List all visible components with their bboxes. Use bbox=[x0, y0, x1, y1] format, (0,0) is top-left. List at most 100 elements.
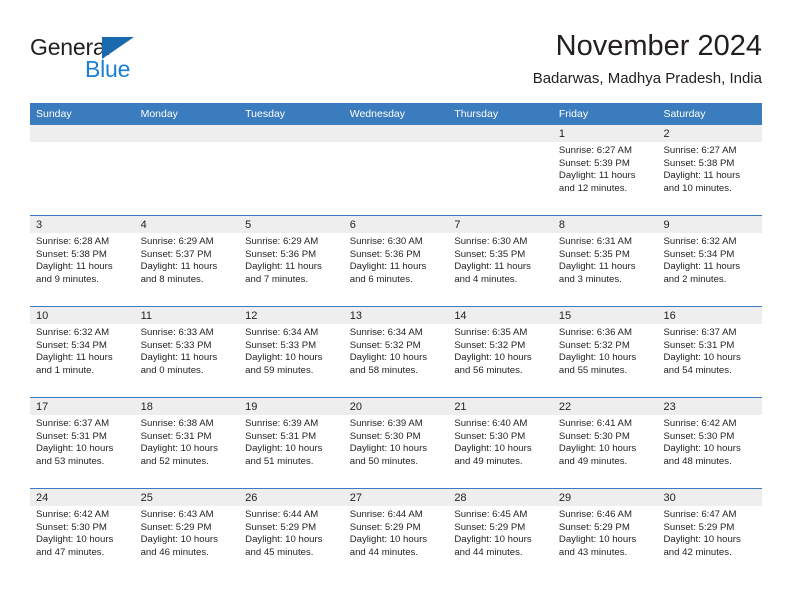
general-blue-logo[interactable]: General Blue bbox=[30, 34, 200, 86]
sunset-text: Sunset: 5:30 PM bbox=[349, 430, 421, 442]
sunset-text: Sunset: 5:29 PM bbox=[558, 521, 630, 533]
day-cell[interactable]: 17 Sunrise: 6:37 AM Sunset: 5:31 PM Dayligh… bbox=[30, 398, 135, 488]
day-cell[interactable]: 25 Sunrise: 6:43 AM Sunset: 5:29 PM Dayligh… bbox=[134, 489, 240, 579]
day-number: 17 bbox=[30, 398, 135, 415]
day-cell[interactable]: 2 Sunrise: 6:27 AM Sunset: 5:38 PM Daylight… bbox=[657, 125, 763, 215]
day-details: Sunrise: 6:35 AM Sunset: 5:32 PM Daylight:… bbox=[448, 324, 553, 377]
day-cell-empty bbox=[239, 125, 344, 215]
daylight-text: Daylight: 10 hours and 59 minutes. bbox=[245, 352, 323, 376]
day-details: Sunrise: 6:44 AM Sunset: 5:29 PM Daylight:… bbox=[239, 506, 344, 559]
day-cell[interactable]: 13 Sunrise: 6:34 AM Sunset: 5:32 PM Dayligh… bbox=[343, 307, 449, 397]
day-number: 24 bbox=[30, 489, 135, 506]
day-details: Sunrise: 6:30 AM Sunset: 5:36 PM Daylight:… bbox=[344, 233, 449, 286]
calendar-week-row: 10 Sunrise: 6:32 AM Sunset: 5:34 PM Dayligh… bbox=[30, 306, 763, 397]
calendar-week-row: 24 Sunrise: 6:42 AM Sunset: 5:30 PM Dayligh… bbox=[30, 488, 763, 579]
day-cell[interactable]: 7 Sunrise: 6:30 AM Sunset: 5:35 PM Daylight… bbox=[448, 216, 553, 306]
weekday-header-saturday: Saturday bbox=[663, 108, 706, 120]
day-cell[interactable]: 5 Sunrise: 6:29 AM Sunset: 5:36 PM Daylight… bbox=[239, 216, 344, 306]
weekday-header-wednesday: Wednesday bbox=[349, 108, 405, 120]
day-cell[interactable]: 23 Sunrise: 6:42 AM Sunset: 5:30 PM Dayligh… bbox=[657, 398, 763, 488]
day-cell[interactable]: 18 Sunrise: 6:38 AM Sunset: 5:31 PM Dayligh… bbox=[134, 398, 240, 488]
daylight-text: Daylight: 11 hours and 12 minutes. bbox=[558, 170, 636, 194]
day-cell[interactable]: 11 Sunrise: 6:33 AM Sunset: 5:33 PM Dayligh… bbox=[134, 307, 240, 397]
day-cell[interactable]: 3 Sunrise: 6:28 AM Sunset: 5:38 PM Daylight… bbox=[30, 216, 135, 306]
day-details: Sunrise: 6:32 AM Sunset: 5:34 PM Daylight:… bbox=[30, 324, 135, 377]
daylight-text: Daylight: 10 hours and 52 minutes. bbox=[140, 443, 218, 467]
day-cell[interactable]: 21 Sunrise: 6:40 AM Sunset: 5:30 PM Dayligh… bbox=[448, 398, 553, 488]
sunset-text: Sunset: 5:31 PM bbox=[36, 430, 107, 442]
daylight-text: Daylight: 11 hours and 7 minutes. bbox=[245, 261, 322, 285]
sunrise-text: Sunrise: 6:29 AM bbox=[140, 236, 214, 247]
day-number: 20 bbox=[343, 398, 449, 415]
sunrise-text: Sunrise: 6:45 AM bbox=[454, 509, 528, 520]
day-number bbox=[343, 125, 449, 142]
day-cell[interactable]: 20 Sunrise: 6:39 AM Sunset: 5:30 PM Dayligh… bbox=[343, 398, 449, 488]
sunset-text: Sunset: 5:34 PM bbox=[663, 248, 735, 260]
sunrise-text: Sunrise: 6:28 AM bbox=[36, 236, 110, 247]
day-cell[interactable]: 10 Sunrise: 6:32 AM Sunset: 5:34 PM Dayligh… bbox=[30, 307, 135, 397]
page-title: November 2024 bbox=[555, 30, 762, 62]
sunrise-text: Sunrise: 6:29 AM bbox=[245, 236, 319, 247]
day-cell[interactable]: 9 Sunrise: 6:32 AM Sunset: 5:34 PM Daylight… bbox=[657, 216, 763, 306]
day-cell[interactable]: 4 Sunrise: 6:29 AM Sunset: 5:37 PM Daylight… bbox=[134, 216, 240, 306]
sunset-text: Sunset: 5:32 PM bbox=[558, 339, 630, 351]
day-details: Sunrise: 6:47 AM Sunset: 5:29 PM Daylight:… bbox=[657, 506, 762, 559]
day-cell[interactable]: 29 Sunrise: 6:46 AM Sunset: 5:29 PM Dayligh… bbox=[552, 489, 658, 579]
sunrise-text: Sunrise: 6:32 AM bbox=[36, 327, 110, 338]
daylight-text: Daylight: 11 hours and 8 minutes. bbox=[140, 261, 218, 285]
day-number: 1 bbox=[552, 125, 658, 142]
day-number: 23 bbox=[657, 398, 763, 415]
day-cell[interactable]: 16 Sunrise: 6:37 AM Sunset: 5:31 PM Dayligh… bbox=[657, 307, 763, 397]
day-number: 7 bbox=[448, 216, 553, 233]
day-number: 6 bbox=[343, 216, 449, 233]
day-cell-empty bbox=[448, 125, 553, 215]
calendar-week-row: 3 Sunrise: 6:28 AM Sunset: 5:38 PM Daylight… bbox=[30, 215, 763, 306]
daylight-text: Daylight: 11 hours and 2 minutes. bbox=[663, 261, 741, 285]
day-details: Sunrise: 6:40 AM Sunset: 5:30 PM Daylight:… bbox=[448, 415, 553, 468]
sunset-text: Sunset: 5:36 PM bbox=[349, 248, 421, 260]
day-cell[interactable]: 15 Sunrise: 6:36 AM Sunset: 5:32 PM Dayligh… bbox=[552, 307, 658, 397]
sunrise-text: Sunrise: 6:42 AM bbox=[663, 418, 737, 429]
day-cell[interactable]: 1 Sunrise: 6:27 AM Sunset: 5:39 PM Daylight… bbox=[552, 125, 658, 215]
day-cell[interactable]: 24 Sunrise: 6:42 AM Sunset: 5:30 PM Dayligh… bbox=[30, 489, 135, 579]
daylight-text: Daylight: 11 hours and 10 minutes. bbox=[663, 170, 741, 194]
weekday-header-row: Sunday Monday Tuesday Wednesday Thursday Frid… bbox=[30, 103, 762, 125]
day-cell[interactable]: 27 Sunrise: 6:44 AM Sunset: 5:29 PM Dayligh… bbox=[343, 489, 449, 579]
day-number bbox=[448, 125, 553, 142]
sunrise-text: Sunrise: 6:30 AM bbox=[454, 236, 528, 247]
weekday-header-thursday: Thursday bbox=[454, 108, 499, 120]
day-cell[interactable]: 30 Sunrise: 6:47 AM Sunset: 5:29 PM Dayligh… bbox=[657, 489, 763, 579]
weekday-header-tuesday: Tuesday bbox=[245, 108, 286, 120]
day-number: 15 bbox=[552, 307, 658, 324]
sunrise-text: Sunrise: 6:35 AM bbox=[454, 327, 528, 338]
sunrise-text: Sunrise: 6:32 AM bbox=[663, 236, 737, 247]
sunset-text: Sunset: 5:33 PM bbox=[140, 339, 212, 351]
day-details: Sunrise: 6:37 AM Sunset: 5:31 PM Daylight:… bbox=[657, 324, 762, 377]
sunset-text: Sunset: 5:39 PM bbox=[558, 157, 630, 169]
sunset-text: Sunset: 5:29 PM bbox=[349, 521, 421, 533]
day-cell[interactable]: 8 Sunrise: 6:31 AM Sunset: 5:35 PM Daylight… bbox=[552, 216, 658, 306]
daylight-text: Daylight: 10 hours and 45 minutes. bbox=[245, 534, 323, 558]
sunset-text: Sunset: 5:32 PM bbox=[349, 339, 421, 351]
day-cell[interactable]: 12 Sunrise: 6:34 AM Sunset: 5:33 PM Dayligh… bbox=[239, 307, 344, 397]
sunrise-text: Sunrise: 6:42 AM bbox=[36, 509, 110, 520]
day-number: 9 bbox=[657, 216, 763, 233]
location-subtitle: Badarwas, Madhya Pradesh, India bbox=[532, 70, 762, 87]
sunset-text: Sunset: 5:29 PM bbox=[454, 521, 526, 533]
daylight-text: Daylight: 10 hours and 49 minutes. bbox=[454, 443, 532, 467]
day-cell[interactable]: 26 Sunrise: 6:44 AM Sunset: 5:29 PM Dayligh… bbox=[239, 489, 344, 579]
day-number: 25 bbox=[134, 489, 240, 506]
sunset-text: Sunset: 5:31 PM bbox=[663, 339, 735, 351]
day-cell[interactable]: 22 Sunrise: 6:41 AM Sunset: 5:30 PM Dayligh… bbox=[552, 398, 658, 488]
daylight-text: Daylight: 11 hours and 1 minute. bbox=[36, 352, 113, 376]
sunrise-text: Sunrise: 6:36 AM bbox=[558, 327, 632, 338]
sunrise-text: Sunrise: 6:33 AM bbox=[140, 327, 214, 338]
daylight-text: Daylight: 10 hours and 50 minutes. bbox=[349, 443, 428, 467]
day-cell[interactable]: 28 Sunrise: 6:45 AM Sunset: 5:29 PM Dayligh… bbox=[448, 489, 553, 579]
day-cell[interactable]: 14 Sunrise: 6:35 AM Sunset: 5:32 PM Dayligh… bbox=[448, 307, 553, 397]
day-cell[interactable]: 6 Sunrise: 6:30 AM Sunset: 5:36 PM Daylight… bbox=[343, 216, 449, 306]
day-details: Sunrise: 6:31 AM Sunset: 5:35 PM Daylight:… bbox=[553, 233, 658, 286]
sunset-text: Sunset: 5:35 PM bbox=[558, 248, 630, 260]
day-cell[interactable]: 19 Sunrise: 6:39 AM Sunset: 5:31 PM Dayligh… bbox=[239, 398, 344, 488]
day-details: Sunrise: 6:27 AM Sunset: 5:39 PM Daylight:… bbox=[553, 142, 658, 195]
